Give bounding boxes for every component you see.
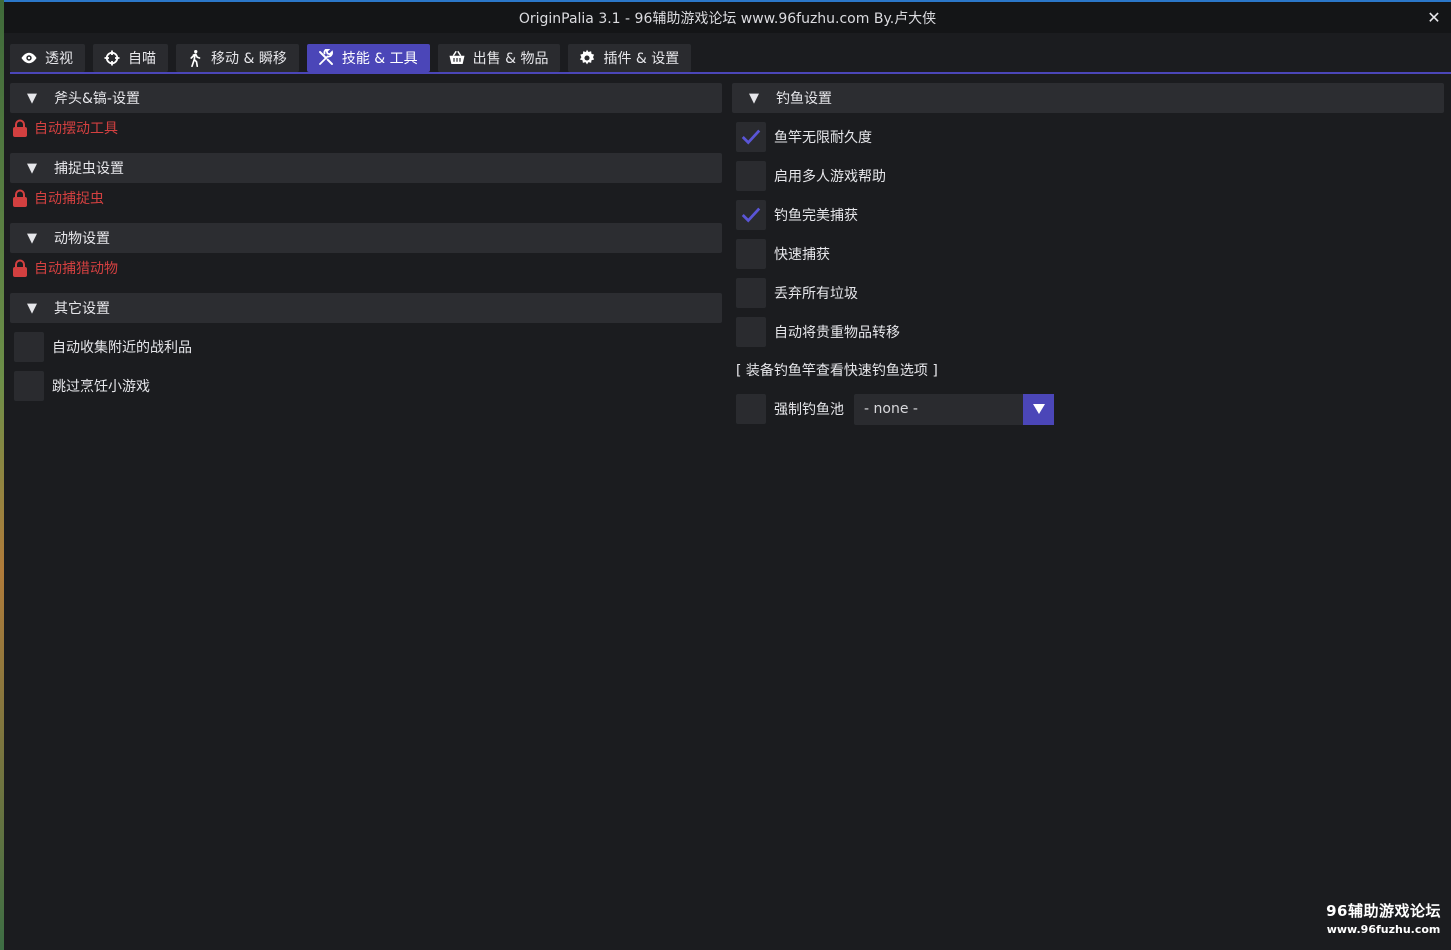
checkbox[interactable] [736,238,766,269]
option-multiplayer-help: 启用多人游戏帮助 [732,156,1444,195]
select-value: - none - [864,401,918,417]
fishing-rod-note: [ 装备钓鱼竿查看快速钓鱼选项 ] [736,363,938,379]
checkbox[interactable] [736,277,766,308]
option-label: 自动将贵重物品转移 [774,324,900,341]
section-fishing[interactable]: ▼ 钓鱼设置 [732,83,1444,113]
tab-plugins-settings[interactable]: 插件 & 设置 [568,44,692,72]
option-auto-collect-loot: 自动收集附近的战利品 [10,327,722,366]
section-title: 斧头&镐-设置 [54,91,140,107]
lock-icon [13,189,27,207]
checkmark-icon [741,207,761,222]
tab-label: 自喵 [128,51,156,67]
tab-label: 透视 [45,51,73,67]
tab-skills-tools[interactable]: 技能 & 工具 [306,44,430,72]
option-quick-catch: 快速捕获 [732,234,1444,273]
crosshair-icon [104,50,120,66]
tab-label: 移动 & 瞬移 [211,51,287,67]
section-axe-pickaxe[interactable]: ▼ 斧头&镐-设置 [10,83,722,113]
watermark-logo: 96辅助游戏论坛 www.96fuzhu.com [1326,900,1441,936]
close-button[interactable]: ✕ [1423,6,1445,28]
option-label: 鱼竿无限耐久度 [774,129,872,146]
locked-auto-swing-tool: 自动摆动工具 [10,113,722,143]
option-label: 跳过烹饪小游戏 [52,378,150,395]
locked-item-label: 自动捕猎动物 [34,261,118,277]
option-discard-junk: 丢弃所有垃圾 [732,273,1444,312]
checkbox[interactable] [736,394,766,424]
left-column: ▼ 斧头&镐-设置 自动摆动工具 ▼ 捕捉虫设置 自动捕捉虫 ▼ 动物设置 自动… [10,83,722,405]
option-label: 强制钓鱼池 [774,402,844,418]
watermark-line1: 96辅助游戏论坛 [1326,902,1441,920]
checkbox[interactable] [736,316,766,347]
basket-icon [449,50,465,64]
tab-label: 出售 & 物品 [472,51,549,67]
collapse-arrow-icon: ▼ [27,230,37,246]
section-animals[interactable]: ▼ 动物设置 [10,223,722,253]
option-force-fishing-pool: 强制钓鱼池 - none - [732,389,1444,429]
tab-label: 插件 & 设置 [603,51,680,67]
option-perfect-catch: 钓鱼完美捕获 [732,195,1444,234]
option-label: 丢弃所有垃圾 [774,285,858,302]
dropdown-button[interactable] [1023,393,1054,425]
window-title: OriginPalia 3.1 - 96辅助游戏论坛 www.96fuzhu.c… [518,10,937,27]
walking-icon [190,49,201,67]
option-skip-cooking-minigame: 跳过烹饪小游戏 [10,366,722,405]
tab-bar: 透视 自喵 移动 & 瞬移 技能 & 工具 出售 & 物品 插件 & 设置 [10,44,692,72]
right-column: ▼ 钓鱼设置 鱼竿无限耐久度 启用多人游戏帮助 钓鱼完美捕获 快速捕获 丢弃所有… [732,83,1444,429]
option-label: 启用多人游戏帮助 [774,168,886,185]
checkbox-checked[interactable] [736,199,766,230]
checkbox[interactable] [736,160,766,191]
option-label: 自动收集附近的战利品 [52,339,192,356]
locked-auto-hunt-animals: 自动捕猎动物 [10,253,722,283]
collapse-arrow-icon: ▼ [27,160,37,176]
tab-sell-items[interactable]: 出售 & 物品 [437,44,561,72]
checkbox-checked[interactable] [736,121,766,152]
checkbox[interactable] [14,370,44,401]
section-title: 动物设置 [54,231,110,247]
title-bar[interactable]: OriginPalia 3.1 - 96辅助游戏论坛 www.96fuzhu.c… [4,2,1451,33]
option-transfer-valuables: 自动将贵重物品转移 [732,312,1444,351]
section-other-settings[interactable]: ▼ 其它设置 [10,293,722,323]
gear-icon [580,49,595,65]
locked-item-label: 自动捕捉虫 [34,191,104,207]
locked-auto-catch-bugs: 自动捕捉虫 [10,183,722,213]
option-label: 快速捕获 [774,246,830,263]
checkmark-icon [741,129,761,144]
lock-icon [13,119,27,137]
locked-item-label: 自动摆动工具 [34,121,118,137]
tab-aimbot[interactable]: 自喵 [93,44,168,72]
watermark-line2: www.96fuzhu.com [1326,923,1441,936]
eye-icon [21,52,37,64]
tools-icon [318,49,333,65]
cheat-menu-window: OriginPalia 3.1 - 96辅助游戏论坛 www.96fuzhu.c… [4,0,1451,950]
collapse-arrow-icon: ▼ [749,90,759,106]
chevron-down-icon [1032,404,1045,414]
tab-label: 技能 & 工具 [341,51,418,67]
option-label: 钓鱼完美捕获 [774,207,858,224]
option-infinite-rod-durability: 鱼竿无限耐久度 [732,117,1444,156]
lock-icon [13,259,27,277]
section-title: 钓鱼设置 [776,91,832,107]
tab-underline [10,72,1451,74]
collapse-arrow-icon: ▼ [27,300,37,316]
collapse-arrow-icon: ▼ [27,90,37,106]
fishing-pool-select[interactable]: - none - [854,393,1054,425]
section-bug-catching[interactable]: ▼ 捕捉虫设置 [10,153,722,183]
section-title: 其它设置 [54,301,110,317]
section-title: 捕捉虫设置 [54,161,124,177]
tab-esp[interactable]: 透视 [10,44,85,72]
tab-movement[interactable]: 移动 & 瞬移 [176,44,299,72]
close-icon: ✕ [1427,7,1441,27]
checkbox[interactable] [14,331,44,362]
